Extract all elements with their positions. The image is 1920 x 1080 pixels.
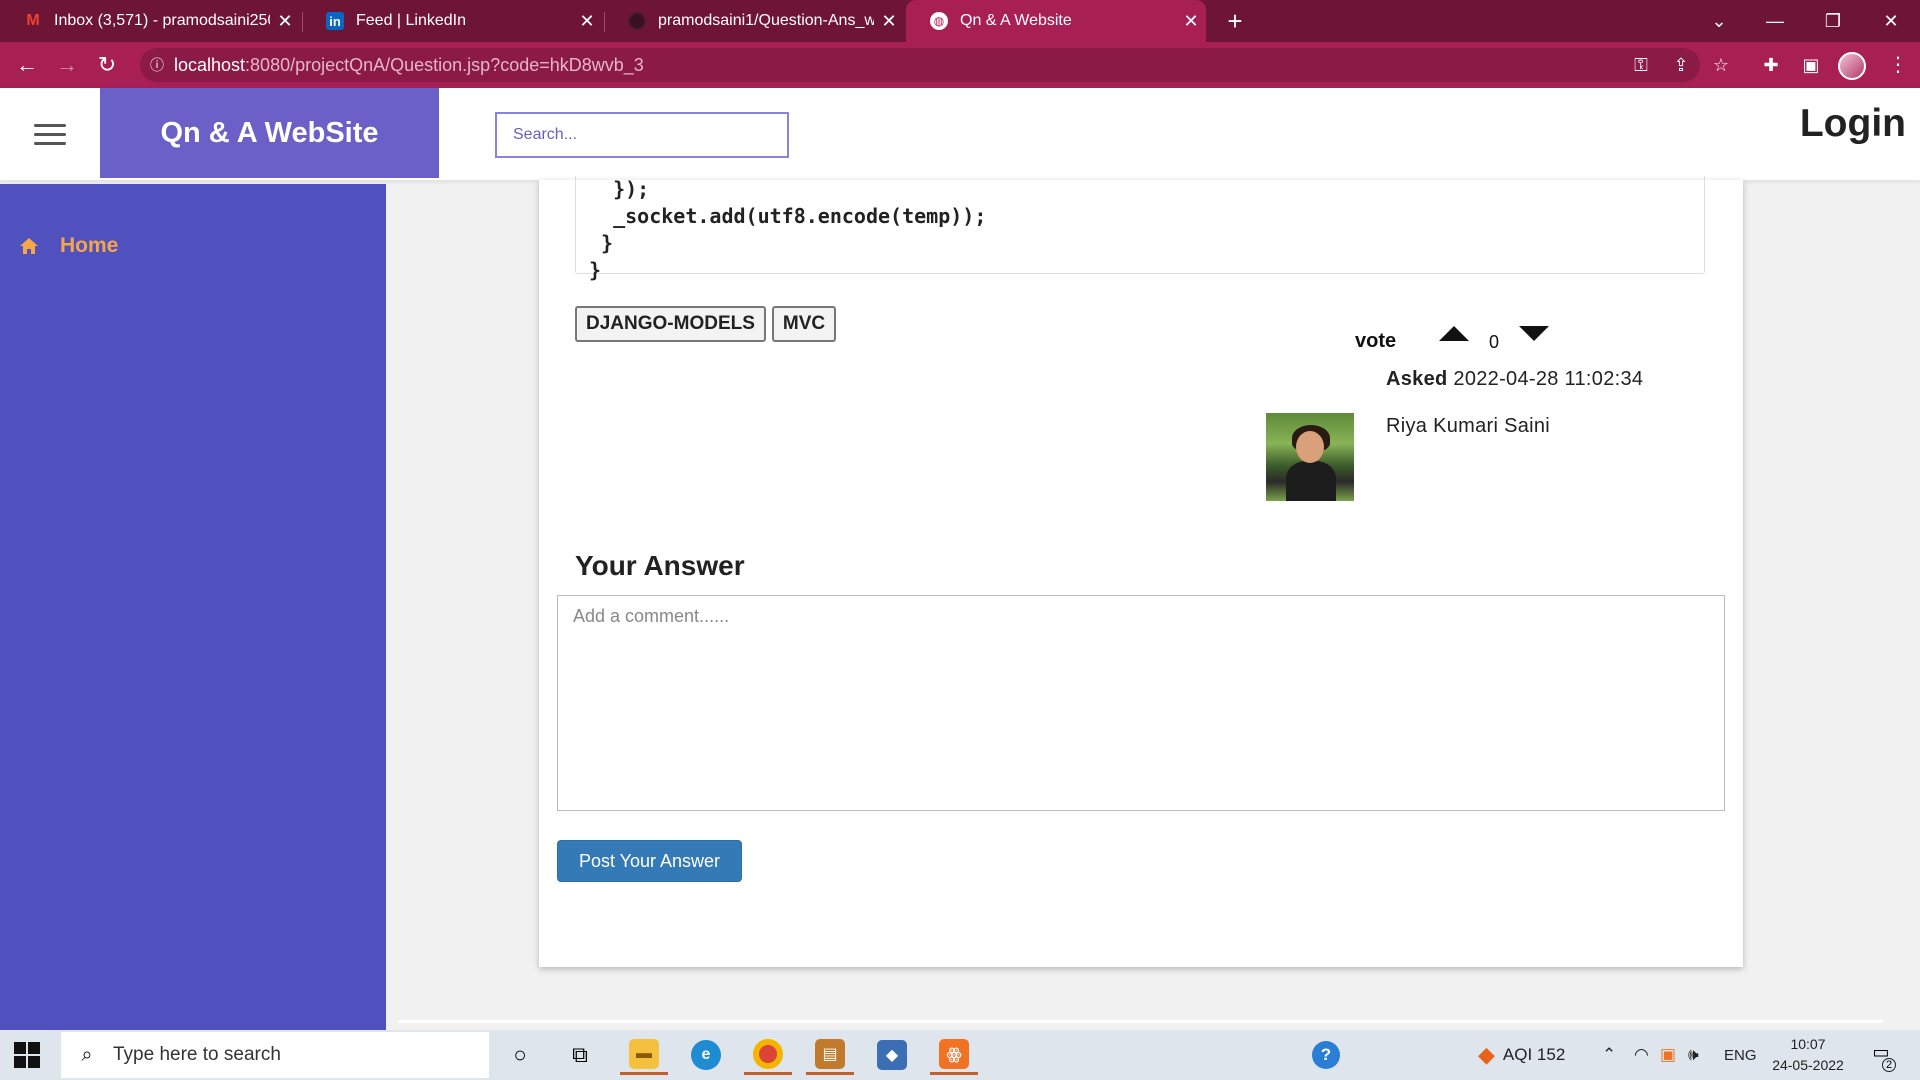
address-bar[interactable]: ⓘ localhost:8080/projectQnA/Question.jsp… bbox=[140, 48, 1700, 82]
divider bbox=[398, 1020, 1883, 1023]
tag-django-models[interactable]: DJANGO-MODELS bbox=[575, 306, 766, 342]
forward-arrow-icon[interactable]: → bbox=[52, 50, 82, 80]
share-icon[interactable]: ⇪ bbox=[1666, 50, 1696, 80]
more-menu-icon[interactable]: ⋮ bbox=[1886, 50, 1910, 80]
sidebar-item-label: Home bbox=[60, 234, 119, 257]
profile-avatar[interactable] bbox=[1838, 52, 1866, 80]
site-brand[interactable]: Qn & A WebSite bbox=[100, 88, 439, 178]
url-path: :8080/projectQnA/Question.jsp?code=hkD8w… bbox=[245, 54, 644, 75]
hamburger-menu-icon[interactable] bbox=[34, 114, 66, 154]
tab-title: Feed | LinkedIn bbox=[356, 12, 467, 29]
browser-tab-bar: M Inbox (3,571) - pramodsaini2506... ✕ i… bbox=[0, 0, 1920, 42]
downvote-arrow-icon[interactable] bbox=[1519, 326, 1549, 341]
side-panel-icon[interactable]: ▣ bbox=[1796, 50, 1826, 80]
asked-timestamp: Asked 2022-04-28 11:02:34 bbox=[1386, 368, 1643, 391]
back-arrow-icon[interactable]: ← bbox=[12, 50, 42, 80]
home-icon bbox=[20, 238, 38, 254]
chevron-up-icon[interactable]: ⌃ bbox=[1602, 1030, 1616, 1080]
windows-taskbar: ⌕ Type here to search ○ ⧉ ▬ e ▤ ◆ ꙮ ? ◆ … bbox=[0, 1030, 1920, 1080]
taskbar-search-placeholder: Type here to search bbox=[113, 1044, 281, 1065]
wifi-icon[interactable]: ◠ bbox=[1634, 1030, 1649, 1080]
task-view-icon[interactable]: ⧉ bbox=[556, 1035, 604, 1075]
xampp-icon[interactable]: ꙮ bbox=[930, 1035, 978, 1075]
weather-icon: ◆ bbox=[1478, 1042, 1495, 1067]
tab-linkedin[interactable]: in Feed | LinkedIn ✕ bbox=[302, 0, 602, 42]
tab-title: pramodsaini1/Question-Ans_web bbox=[658, 12, 874, 29]
weather-aqi[interactable]: ◆ AQI 152 bbox=[1478, 1030, 1565, 1080]
site-info-icon[interactable]: ⓘ bbox=[140, 55, 174, 75]
notepad-icon[interactable]: ▤ bbox=[806, 1035, 854, 1075]
url-text: localhost:8080/projectQnA/Question.jsp?c… bbox=[174, 55, 644, 76]
chrome-icon[interactable] bbox=[744, 1035, 792, 1075]
vote-count: 0 bbox=[1489, 332, 1500, 352]
sidebar: Home bbox=[0, 184, 386, 1030]
vote-label: vote bbox=[1355, 330, 1397, 352]
code-line: }); bbox=[589, 177, 650, 201]
system-clock[interactable]: 10:07 24-05-2022 bbox=[1770, 1034, 1846, 1076]
help-icon[interactable]: ? bbox=[1312, 1030, 1340, 1080]
tag-mvc[interactable]: MVC bbox=[771, 306, 837, 342]
asked-time: 2022-04-28 11:02:34 bbox=[1453, 368, 1644, 390]
your-answer-heading: Your Answer bbox=[575, 550, 745, 581]
search-icon: ⌕ bbox=[81, 1043, 93, 1066]
clock-time: 10:07 bbox=[1790, 1036, 1826, 1052]
tab-github[interactable]: pramodsaini1/Question-Ans_web ✕ bbox=[604, 0, 904, 42]
tab-gmail[interactable]: M Inbox (3,571) - pramodsaini2506... ✕ bbox=[0, 0, 300, 42]
url-host: localhost bbox=[174, 54, 246, 75]
new-tab-button[interactable]: + bbox=[1220, 6, 1250, 36]
close-icon[interactable]: ✕ bbox=[270, 11, 300, 32]
search-input[interactable] bbox=[495, 112, 789, 158]
cortana-icon[interactable]: ○ bbox=[496, 1035, 544, 1075]
code-line: _socket.add(utf8.encode(temp)); bbox=[589, 204, 987, 228]
upvote-arrow-icon[interactable] bbox=[1439, 326, 1469, 341]
tab-qna-website[interactable]: ◍ Qn & A Website ✕ bbox=[906, 0, 1206, 42]
virtualbox-icon[interactable]: ◆ bbox=[868, 1035, 916, 1075]
answer-textarea[interactable] bbox=[557, 595, 1725, 811]
browser-toolbar: ← → ↻ ⓘ localhost:8080/projectQnA/Questi… bbox=[0, 42, 1920, 88]
edge-icon[interactable]: e bbox=[682, 1035, 730, 1075]
language-indicator[interactable]: ENG bbox=[1724, 1030, 1757, 1080]
aqi-label: AQI 152 bbox=[1502, 1045, 1566, 1064]
gmail-icon: M bbox=[26, 12, 40, 29]
xampp-tray-icon[interactable]: ▣ bbox=[1660, 1030, 1676, 1080]
tag-list: DJANGO-MODELS MVC bbox=[575, 306, 837, 342]
clock-date: 24-05-2022 bbox=[1772, 1057, 1844, 1073]
sidebar-item-home[interactable]: Home bbox=[18, 234, 118, 258]
page-header: Qn & A WebSite Login bbox=[0, 88, 1920, 180]
extensions-icon[interactable]: ✚ bbox=[1756, 50, 1786, 80]
code-line: } bbox=[589, 231, 614, 255]
login-link[interactable]: Login bbox=[1800, 102, 1906, 146]
close-icon[interactable]: ✕ bbox=[572, 11, 602, 32]
reload-icon[interactable]: ↻ bbox=[92, 50, 122, 80]
author-avatar[interactable] bbox=[1266, 413, 1354, 501]
windows-start-icon[interactable] bbox=[14, 1042, 40, 1068]
code-line: } bbox=[589, 258, 602, 282]
volume-icon[interactable]: 🕪 bbox=[1688, 1030, 1699, 1080]
linkedin-icon: in bbox=[326, 12, 344, 30]
window-close-icon[interactable]: ✕ bbox=[1862, 0, 1920, 42]
restore-icon[interactable]: ❐ bbox=[1804, 0, 1862, 42]
taskbar-search-box[interactable]: ⌕ Type here to search bbox=[61, 1032, 489, 1078]
tab-title: Qn & A Website bbox=[960, 12, 1072, 29]
github-icon bbox=[628, 12, 646, 30]
star-icon[interactable]: ☆ bbox=[1706, 50, 1736, 80]
globe-icon: ◍ bbox=[930, 12, 948, 30]
code-block: }); _socket.add(utf8.encode(temp)); } } bbox=[575, 176, 1705, 282]
notification-icon[interactable]: ▭ 2 bbox=[1866, 1042, 1896, 1072]
author-name[interactable]: Riya Kumari Saini bbox=[1386, 415, 1550, 438]
key-icon[interactable]: ⚿ bbox=[1626, 50, 1656, 80]
post-answer-button[interactable]: Post Your Answer bbox=[557, 840, 742, 882]
asked-label: Asked bbox=[1386, 368, 1448, 390]
file-explorer-icon[interactable]: ▬ bbox=[620, 1035, 668, 1075]
close-icon[interactable]: ✕ bbox=[1176, 11, 1206, 32]
close-icon[interactable]: ✕ bbox=[874, 11, 904, 32]
tab-search-chevron-icon[interactable]: ⌄ bbox=[1690, 0, 1748, 42]
notification-count: 2 bbox=[1882, 1058, 1896, 1072]
tab-title: Inbox (3,571) - pramodsaini2506... bbox=[54, 12, 270, 29]
question-card: }); _socket.add(utf8.encode(temp)); } } … bbox=[539, 176, 1743, 967]
minimize-icon[interactable]: — bbox=[1746, 0, 1804, 42]
